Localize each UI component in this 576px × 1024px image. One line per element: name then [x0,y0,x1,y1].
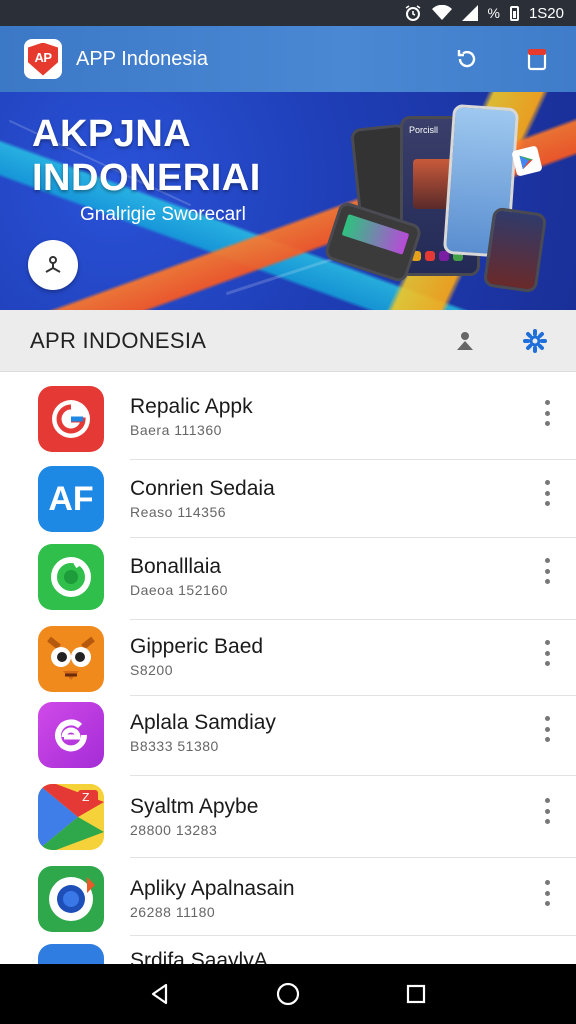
more-options-icon[interactable] [540,716,554,742]
owl-icon [38,626,104,692]
app-name: Aplala Samdiay [130,711,276,734]
section-header: APR INDONESIA [0,310,576,372]
purple-e-icon [38,702,104,768]
home-icon[interactable] [268,974,308,1014]
g-logo-icon [38,386,104,452]
more-options-icon[interactable] [540,480,554,506]
app-meta: B8333 51380 [130,738,219,754]
recents-icon[interactable] [396,974,436,1014]
app-name: Gipperic Baed [130,635,264,658]
more-options-icon[interactable] [540,558,554,584]
user-pin-icon[interactable] [450,326,480,356]
app-meta: S8200 [130,662,173,678]
app-meta: 26288 11180 [130,904,216,920]
more-options-icon[interactable] [540,400,554,426]
refresh-icon[interactable] [452,44,482,74]
signal-icon [461,5,478,21]
app-name: Bonalllaia [130,555,222,578]
list-item[interactable]: Gipperic Baed S8200 [0,620,576,696]
alarm-icon [404,4,422,22]
promo-banner[interactable]: AKPJNA INDONERIAI Gnalrigie Sworecarl Po… [0,92,576,310]
more-options-icon[interactable] [540,640,554,666]
list-item[interactable]: Repalic Appk Baera 111360 [0,372,576,460]
touch-icon [45,256,61,273]
app-name: Apliky Apalnasain [130,877,295,900]
status-time: 1S20 [528,4,564,22]
app-name: Syaltm Apybe [130,795,259,818]
logo-shield-icon: AP [28,42,58,76]
section-title: APR INDONESIA [30,327,207,353]
play-store-icon: Z [38,784,104,850]
navigation-bar [0,964,576,1024]
app-logo[interactable]: AP [24,39,62,79]
status-bar: % 1S20 [0,0,576,26]
app-meta: 28800 13283 [130,822,218,838]
af-icon: AF [38,466,104,532]
signal-text: % [487,5,500,21]
app-meta: Reaso 114356 [130,504,227,520]
banner-action-button[interactable] [28,240,78,290]
app-list: Repalic Appk Baera 111360 AF Conrien Sed… [0,372,576,1010]
banner-title-line1: AKPJNA [32,113,192,155]
list-item[interactable]: AF Conrien Sedaia Reaso 114356 [0,460,576,538]
back-icon[interactable] [140,974,180,1014]
banner-title: AKPJNA INDONERIAI [32,112,261,200]
settings-icon[interactable] [520,326,550,356]
svg-text:Z: Z [82,791,90,804]
list-item[interactable]: Bonalllaia Daeoa 152160 [0,538,576,620]
app-name: Repalic Appk [130,395,253,418]
play-store-badge-icon [511,145,543,177]
list-item[interactable]: Z Syaltm Apybe 28800 13283 [0,776,576,858]
battery-icon [509,5,519,21]
app-meta: Baera 111360 [130,422,222,438]
app-meta: Daeoa 152160 [130,582,228,598]
app-name: Conrien Sedaia [130,477,275,500]
banner-subtitle: Gnalrigie Sworecarl [80,204,246,225]
green-swirl-icon [38,544,104,610]
list-item[interactable]: Apliky Apalnasain 26288 11180 [0,858,576,936]
banner-title-line2: INDONERIAI [32,157,261,199]
browser-icon [38,866,104,932]
more-options-icon[interactable] [540,880,554,906]
screen: % 1S20 AP APP Indonesia AKPJNA INDONERIA… [0,0,576,1024]
more-options-icon[interactable] [540,798,554,824]
list-item[interactable]: Aplala Samdiay B8333 51380 [0,696,576,776]
app-bar: AP APP Indonesia [0,26,576,92]
wifi-icon [431,5,452,21]
phone-small-image [482,206,548,294]
share-icon[interactable] [522,44,552,74]
app-title: APP Indonesia [76,47,208,70]
